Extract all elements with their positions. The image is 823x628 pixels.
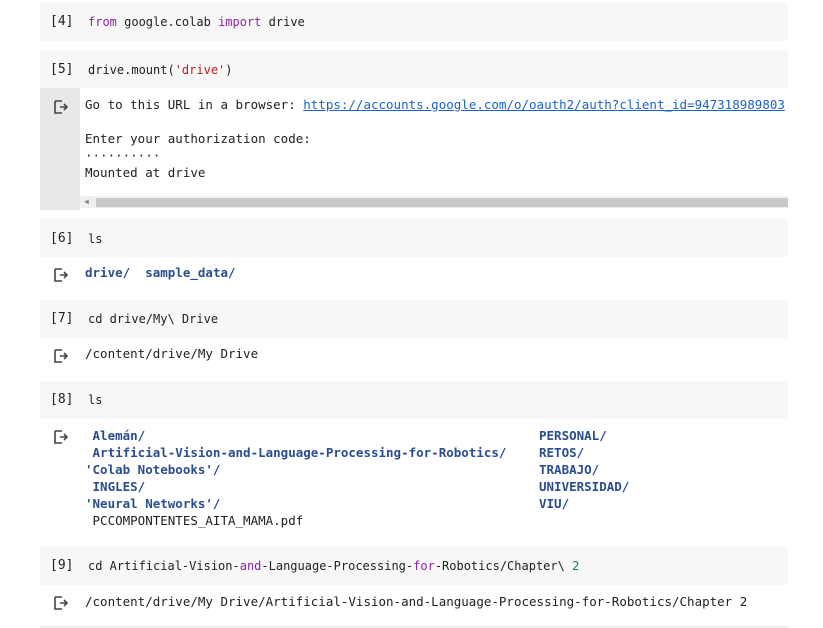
dir-entry: RETOS/ [539,445,585,460]
cell-prompt: [6] [50,231,74,246]
output-text: Go to this URL in a browser: https://acc… [85,96,785,181]
code-string: 'drive' [174,63,226,77]
cell-prompt: [7] [50,311,74,326]
output-cell-7: /content/drive/My Drive [40,338,788,374]
code-text: google.colab [116,15,219,29]
dir-entry: UNIVERSIDAD/ [539,479,630,494]
code-keyword: import [218,15,262,29]
dir-listing-left: Alemán/ Artificial-Vision-and-Language-P… [85,427,506,529]
cell-code[interactable]: cd Artificial-Vision-and-Language-Proces… [88,559,579,573]
dir-entry: Alemán/ [85,428,146,443]
output-arrow-icon[interactable] [54,100,68,114]
output-cell-5: Go to this URL in a browser: https://acc… [40,88,788,210]
dir-entry: TRABAJO/ [539,462,600,477]
dir-entry: 'Neural Networks'/ [85,496,221,511]
code-text: drive [261,15,305,29]
scroll-thumb[interactable] [96,198,788,207]
cell-code[interactable]: ls [88,232,102,246]
output-text: /content/drive/My Drive [85,346,259,361]
cell-code[interactable]: drive.mount('drive') [88,63,233,77]
cell-prompt: [4] [50,14,74,29]
cell-code[interactable]: from google.colab import drive [88,15,305,29]
code-cell-4[interactable]: [4] from google.colab import drive [40,3,788,41]
dir-entry: drive/ [85,265,131,280]
code-cell-6[interactable]: [6] ls [40,219,788,257]
output-text: /content/drive/My Drive/Artificial-Visio… [85,594,748,609]
code-cell-5[interactable]: [5] drive.mount('drive') [40,50,788,88]
code-cell-8[interactable]: [8] ls [40,381,788,419]
output-arrow-icon[interactable] [54,349,68,363]
dir-entry: VIU/ [539,496,570,511]
dir-listing-right: PERSONAL/ RETOS/ TRABAJO/ UNIVERSIDAD/ V… [539,427,629,512]
file-entry: PCCOMPONTENTES_AITA_MAMA.pdf [85,513,304,528]
code-text: drive.mount( [88,63,175,77]
code-cell-7[interactable]: [7] cd drive/My\ Drive [40,300,788,338]
code-cell-9[interactable]: [9] cd Artificial-Vision-and-Language-Pr… [40,547,788,585]
code-text: -Robotics/Chapter\ [434,559,573,573]
output-url-prefix: Go to this URL in a browser: [85,97,304,112]
code-text: cd Artificial-Vision- [88,559,240,573]
cell-code[interactable]: cd drive/My\ Drive [88,312,218,326]
dir-entry: 'Colab Notebooks'/ [85,462,221,477]
code-keyword: from [88,15,117,29]
code-text: ) [225,63,233,77]
mount-status-text: Mounted at drive [85,165,206,180]
output-cell-9: /content/drive/My Drive/Artificial-Visio… [40,585,788,625]
cell-prompt: [5] [50,62,74,77]
cell-code[interactable]: ls [88,393,102,407]
code-keyword: and [239,559,262,573]
code-text: -Language-Processing- [261,559,414,573]
auth-code-mask: ·········· [85,148,161,163]
output-arrow-icon[interactable] [54,596,68,610]
code-number: 2 [572,559,580,573]
cell-prompt: [9] [50,558,74,573]
output-cell-6: drive/ sample_data/ [40,257,788,293]
horizontal-scrollbar[interactable]: ◀ [80,196,788,208]
auth-prompt-text: Enter your authorization code: [85,131,311,146]
dir-entry: Artificial-Vision-and-Language-Processin… [85,445,507,460]
cell-prompt: [8] [50,392,74,407]
output-arrow-icon[interactable] [54,430,68,444]
output-cell-8: Alemán/ Artificial-Vision-and-Language-P… [40,419,788,539]
dir-entry: PERSONAL/ [539,428,607,443]
output-text: drive/ sample_data/ [85,265,236,280]
code-keyword: for [413,559,435,573]
scroll-left-arrow-icon[interactable]: ◀ [84,197,89,206]
dir-entry: sample_data/ [145,265,236,280]
output-arrow-icon[interactable] [54,268,68,282]
dir-entry: INGLES/ [85,479,146,494]
oauth-link[interactable]: https://accounts.google.com/o/oauth2/aut… [303,97,785,112]
